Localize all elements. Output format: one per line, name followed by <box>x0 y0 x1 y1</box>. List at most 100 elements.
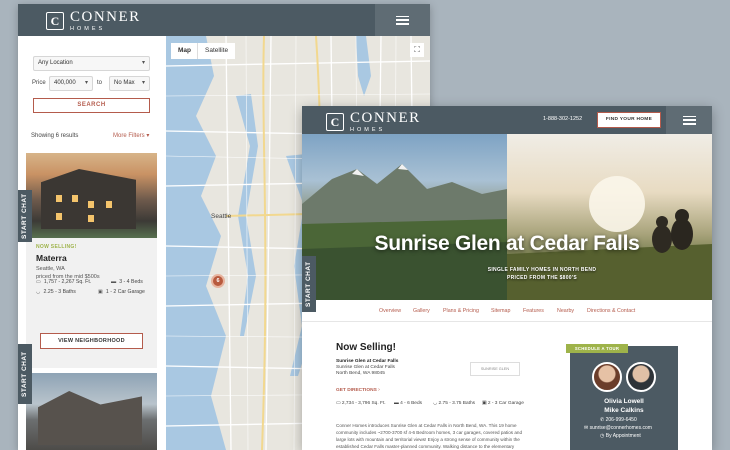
phone-number[interactable]: 1-888-302-1252 <box>543 116 582 122</box>
get-directions-label: GET DIRECTIONS <box>336 388 377 393</box>
header: C CONNER HOMES <box>18 4 430 36</box>
to-label: to <box>97 80 103 86</box>
ruler-icon: ▭ <box>36 279 41 285</box>
status-badge: NOW SELLING! <box>36 244 77 250</box>
price-max-value: No Max <box>114 80 135 86</box>
now-selling-heading: Now Selling! <box>336 342 396 353</box>
nav-nearby[interactable]: Nearby <box>557 308 574 314</box>
results-count: Showing 6 results <box>31 133 79 139</box>
beds-value: 4 - 6 Beds <box>400 401 423 406</box>
baths-value: 2.25 - 3 Baths <box>43 289 76 295</box>
beds-spec: ▬ 3 - 4 Beds <box>111 279 143 285</box>
price-label: Price <box>32 80 46 86</box>
nav-overview[interactable]: Overview <box>379 308 401 314</box>
description-line: established Cedar Falls master-planned c… <box>336 444 515 449</box>
start-chat-tab[interactable]: START CHAT <box>302 256 316 312</box>
search-button[interactable]: SEARCH <box>33 98 150 113</box>
avatar <box>626 362 656 392</box>
beds-spec: ▬ 4 - 6 Beds <box>394 401 422 406</box>
price-min-select[interactable]: 400,000 ▾ <box>49 76 93 91</box>
logo-name: CONNER <box>350 110 421 126</box>
nav-directions-contact[interactable]: Directions & Contact <box>587 308 635 314</box>
location-value: Any Location <box>38 60 73 66</box>
satellite-view-tab[interactable]: Satellite <box>197 43 236 59</box>
chevron-down-icon: ▾ <box>141 80 145 86</box>
agent-phone-value: 206-999-6450 <box>605 417 637 423</box>
find-your-home-button[interactable]: FIND YOUR HOME <box>597 112 661 128</box>
hamburger-menu-button[interactable] <box>375 4 430 36</box>
price-min-value: 400,000 <box>54 80 76 86</box>
start-chat-label: START CHAT <box>305 261 312 307</box>
header: C CONNER HOMES 1-888-302-1252 FIND YOUR … <box>302 106 712 134</box>
logo-name: CONNER <box>70 9 141 25</box>
start-chat-label: START CHAT <box>21 193 28 239</box>
hero-subtitle: SINGLE FAMILY HOMES IN NORTH BEND <box>487 267 597 273</box>
garage-spec: ▣ 1 - 2 Car Garage <box>98 289 145 295</box>
agent-email[interactable]: ✉ sunrise@connerhomes.com <box>584 425 652 431</box>
conner-homes-logo[interactable]: C CONNER HOMES <box>46 10 141 33</box>
listing-card[interactable] <box>26 373 157 450</box>
price-max-select[interactable]: No Max ▾ <box>109 76 150 91</box>
view-neighborhood-button[interactable]: VIEW NEIGHBORHOOD <box>40 333 143 349</box>
garage-spec: ▣ 2 - 3 Car Garage <box>482 401 524 406</box>
fullscreen-icon[interactable]: ⛶ <box>410 43 424 57</box>
start-chat-label: START CHAT <box>21 351 28 397</box>
map-cluster-marker[interactable]: 6 <box>211 274 225 288</box>
hero-price: PRICED FROM THE $800'S <box>506 275 578 281</box>
community-page-window: C CONNER HOMES 1-888-302-1252 FIND YOUR … <box>302 106 712 450</box>
map-view-tab[interactable]: Map <box>171 43 198 59</box>
listing-card[interactable]: NOW SELLING! Materra Seattle, WA priced … <box>26 153 157 368</box>
section-nav: Overview Gallery Plans & Pricing Sitemap… <box>302 300 712 322</box>
filter-panel: Any Location ▾ Price 400,000 ▾ to No Max ▾ … <box>18 36 166 450</box>
agent-phone[interactable]: ✆ 206-999-6450 <box>600 417 637 423</box>
schedule-tour-badge[interactable]: SCHEDULE A TOUR <box>566 344 628 353</box>
description-line: Conner Homes introduces Sunrise Glen at … <box>336 423 517 428</box>
garage-value: 2 - 3 Car Garage <box>487 401 524 406</box>
community-logo: SUNRISE GLEN <box>470 362 520 376</box>
agent-card: Olivia Lowell Mike Calkins ✆ 206-999-645… <box>570 346 678 450</box>
community-title: Sunrise Glen at Cedar Falls <box>374 232 640 255</box>
nav-gallery[interactable]: Gallery <box>413 308 430 314</box>
map-city-label: Seattle <box>211 213 232 220</box>
description-line: large lots with mountain and territorial… <box>336 437 520 442</box>
chevron-down-icon: ▾ <box>141 60 145 66</box>
description-line: community includes ~2700-3700 sf 4-6 Bed… <box>336 430 523 435</box>
logo-sub: HOMES <box>350 127 386 133</box>
chevron-down-icon: ▾ <box>84 80 88 86</box>
listing-name[interactable]: Materra <box>36 253 147 263</box>
baths-value: 2.75 - 3.75 Baths <box>438 401 476 406</box>
get-directions-link[interactable]: GET DIRECTIONS › <box>336 378 536 396</box>
appointment-note: ◷ By Appointment <box>600 433 641 439</box>
garage-icon: ▣ <box>98 289 103 295</box>
agent-email-value: sunrise@connerhomes.com <box>589 425 652 431</box>
more-filters-label: More Filters <box>113 133 145 139</box>
garage-value: 1 - 2 Car Garage <box>105 289 145 295</box>
start-chat-tab[interactable]: START CHAT <box>18 344 32 404</box>
more-filters-link[interactable]: More Filters ▾ <box>113 132 149 139</box>
hamburger-icon <box>682 115 696 125</box>
conner-homes-logo[interactable]: C CONNER HOMES <box>326 111 421 134</box>
logo-sub: HOMES <box>70 26 106 32</box>
appointment-value: By Appointment <box>605 433 641 439</box>
sqft-spec: ▭ 1,757 - 2,267 Sq. Ft. <box>36 279 91 285</box>
nav-sitemap[interactable]: Sitemap <box>491 308 510 314</box>
listing-location: Seattle, WA <box>36 266 65 272</box>
beds-value: 3 - 4 Beds <box>119 279 143 285</box>
logo-mark: C <box>46 12 64 31</box>
sqft-value: 2,734 - 3,796 Sq. Ft. <box>341 401 386 406</box>
sqft-spec: ▭ 2,734 - 3,796 Sq. Ft. <box>336 401 386 406</box>
nav-plans-pricing[interactable]: Plans & Pricing <box>443 308 479 314</box>
baths-spec: ◡ 2.75 - 3.75 Baths <box>433 401 475 406</box>
listing-photo[interactable] <box>26 373 157 450</box>
listing-photo[interactable] <box>26 153 157 238</box>
start-chat-tab[interactable]: START CHAT <box>18 190 32 242</box>
nav-features[interactable]: Features <box>523 308 544 314</box>
avatar <box>592 362 622 392</box>
location-select[interactable]: Any Location ▾ <box>33 56 150 71</box>
hero-banner: Sunrise Glen at Cedar Falls SINGLE FAMIL… <box>302 134 712 300</box>
agent-name: Mike Calkins <box>604 407 644 414</box>
agent-name: Olivia Lowell <box>604 398 644 405</box>
bed-icon: ▬ <box>111 279 117 285</box>
sqft-value: 1,757 - 2,267 Sq. Ft. <box>43 279 92 285</box>
hamburger-menu-button[interactable] <box>666 106 712 134</box>
